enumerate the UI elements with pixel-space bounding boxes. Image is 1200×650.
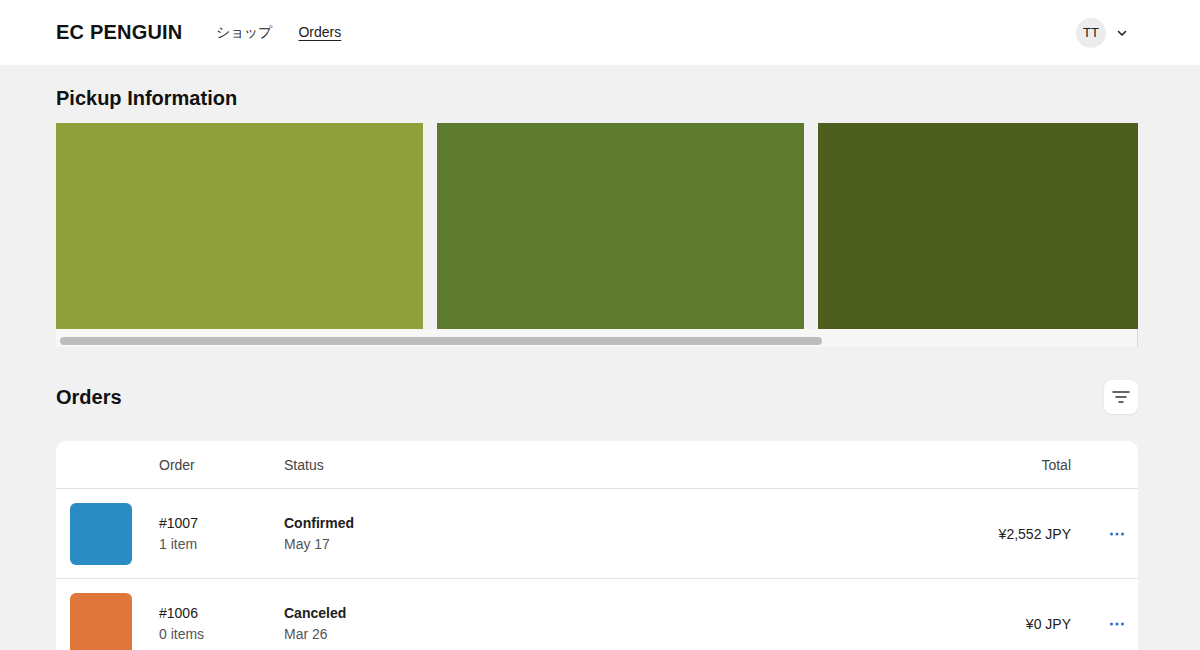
column-header: Order [159,457,284,473]
column-header: Total [831,457,1071,473]
pickup-title: Pickup Information [56,85,1138,111]
order-status: Confirmed [284,513,831,533]
banner-strip[interactable] [56,123,1138,329]
order-total: ¥2,552 JPY [831,526,1071,542]
orders-table: Order Status Total #1007 1 item Confirme… [56,441,1138,650]
table-row[interactable]: #1007 1 item Confirmed May 17 ¥2,552 JPY [56,489,1138,579]
filter-button[interactable] [1104,380,1138,414]
banner[interactable] [818,123,1138,329]
order-number[interactable]: #1006 [159,603,284,623]
table-row[interactable]: #1006 0 items Canceled Mar 26 ¥0 JPY [56,579,1138,650]
top-bar: EC PENGUIN ショップ Orders TT [0,0,1200,65]
logo[interactable]: EC PENGUIN [56,21,182,44]
filter-icon [1112,390,1130,404]
item-count: 1 item [159,534,284,554]
order-date: Mar 26 [284,624,831,644]
orders-title: Orders [56,384,122,410]
order-total: ¥0 JPY [831,616,1071,632]
more-icon[interactable] [1109,621,1125,627]
item-count: 0 items [159,624,284,644]
order-status: Canceled [284,603,831,623]
content: Pickup Information Orders Order Status T… [0,65,1200,650]
product-thumbnail[interactable] [70,503,132,565]
banner[interactable] [56,123,423,329]
chevron-down-icon[interactable] [1116,27,1128,39]
more-icon[interactable] [1109,531,1125,537]
product-thumbnail[interactable] [70,593,132,650]
account-menu[interactable]: TT [1076,18,1128,48]
order-date: May 17 [284,534,831,554]
banner[interactable] [437,123,804,329]
scrollbar-thumb[interactable] [60,337,822,345]
column-header: Status [284,457,831,473]
nav-item[interactable]: Orders [298,24,341,42]
page: EC PENGUIN ショップ Orders TT Pickup Informat… [0,0,1200,650]
orders-header: Orders [56,380,1138,414]
nav-item[interactable]: ショップ [216,24,272,42]
main-nav: ショップ Orders [216,24,341,42]
order-number[interactable]: #1007 [159,513,284,533]
table-header: Order Status Total [56,441,1138,489]
scrollbar[interactable] [56,329,1138,347]
avatar[interactable]: TT [1076,18,1106,48]
